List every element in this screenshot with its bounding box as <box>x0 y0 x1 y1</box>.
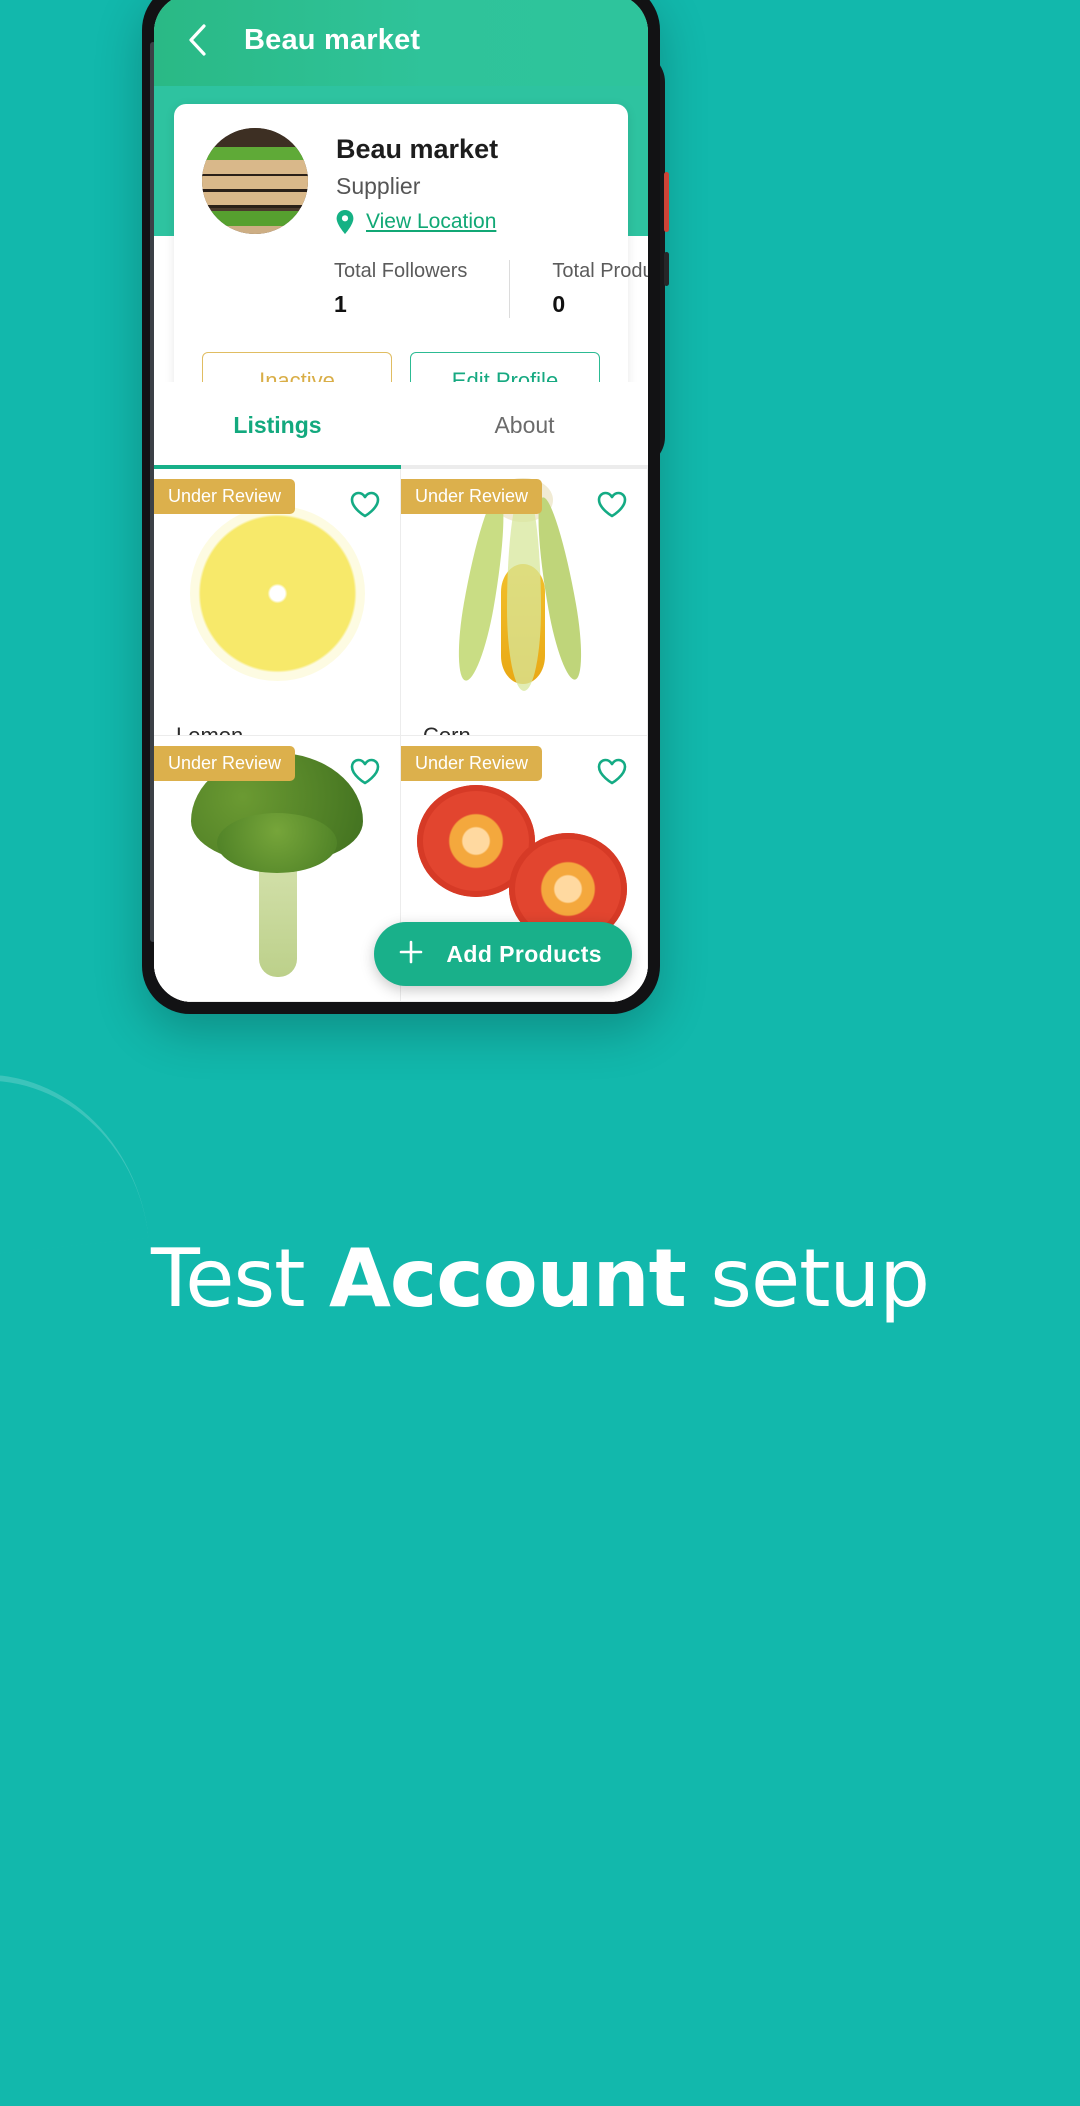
tab-about[interactable]: About <box>401 382 648 469</box>
product-info <box>154 984 400 1002</box>
back-icon[interactable] <box>180 23 214 57</box>
broccoli-art <box>177 747 377 977</box>
plus-icon <box>396 937 426 972</box>
view-location-row[interactable]: View Location <box>336 210 498 234</box>
corn-art <box>449 477 599 701</box>
page-title: Beau market <box>244 23 421 56</box>
status-badge: Under Review <box>401 745 543 781</box>
add-products-button[interactable]: Add Products <box>374 922 632 986</box>
promo-caption: Test Account setup <box>0 1235 1080 1323</box>
map-pin-icon <box>336 210 354 234</box>
product-info: Corn MYR 1 <box>401 717 647 736</box>
caption-part-2: Account <box>328 1232 687 1325</box>
stat-total-products: Total Products 0 <box>509 260 648 318</box>
stat-value: 1 <box>334 291 347 317</box>
profile-meta: Beau market Supplier View Location <box>336 128 498 234</box>
product-card[interactable]: Under Review <box>154 735 401 1002</box>
profile-header: Beau market Supplier View Location <box>202 128 600 234</box>
shop-name: Beau market <box>336 134 499 164</box>
heart-outline-icon[interactable] <box>350 491 380 523</box>
product-card[interactable]: Under Review Lemon MYR 2 <box>154 469 401 736</box>
product-grid: Under Review Lemon MYR 2 Under Review <box>154 469 648 1002</box>
product-card[interactable]: Under Review Corn <box>401 469 648 736</box>
stat-total-followers: Total Followers 1 <box>334 260 509 318</box>
add-products-label: Add Products <box>446 940 602 967</box>
lemon-art <box>189 505 365 681</box>
avatar <box>202 128 308 234</box>
phone-power-button <box>664 172 669 232</box>
tab-listings[interactable]: Listings <box>154 382 401 469</box>
stat-label: Total Followers <box>334 260 468 282</box>
phone-frame: Beau market Beau market Supplier View Lo… <box>142 0 660 1014</box>
caption-part-1: Test <box>150 1232 329 1325</box>
heart-outline-icon[interactable] <box>597 491 627 523</box>
app-bar: Beau market <box>154 0 648 86</box>
product-name: Corn <box>423 723 471 736</box>
profile-stats: Total Followers 1 Total Products 0 <box>202 260 648 318</box>
shop-role: Supplier <box>336 173 421 199</box>
status-badge: Under Review <box>154 745 296 781</box>
heart-outline-icon[interactable] <box>350 758 380 790</box>
view-location-link[interactable]: View Location <box>366 210 496 234</box>
heart-outline-icon[interactable] <box>597 758 627 790</box>
status-badge: Under Review <box>401 479 543 514</box>
phone-volume-button <box>664 252 669 286</box>
tab-bar: Listings About <box>154 382 648 469</box>
caption-part-3: setup <box>685 1232 930 1325</box>
phone-screen: Beau market Beau market Supplier View Lo… <box>154 0 648 1002</box>
product-name: Lemon <box>176 723 244 736</box>
tomato-art <box>416 784 632 945</box>
product-info <box>401 984 647 1002</box>
product-info: Lemon MYR 2 <box>154 717 400 736</box>
stat-value: 0 <box>552 291 566 317</box>
stat-label: Total Products <box>552 260 648 282</box>
status-badge: Under Review <box>154 479 296 514</box>
